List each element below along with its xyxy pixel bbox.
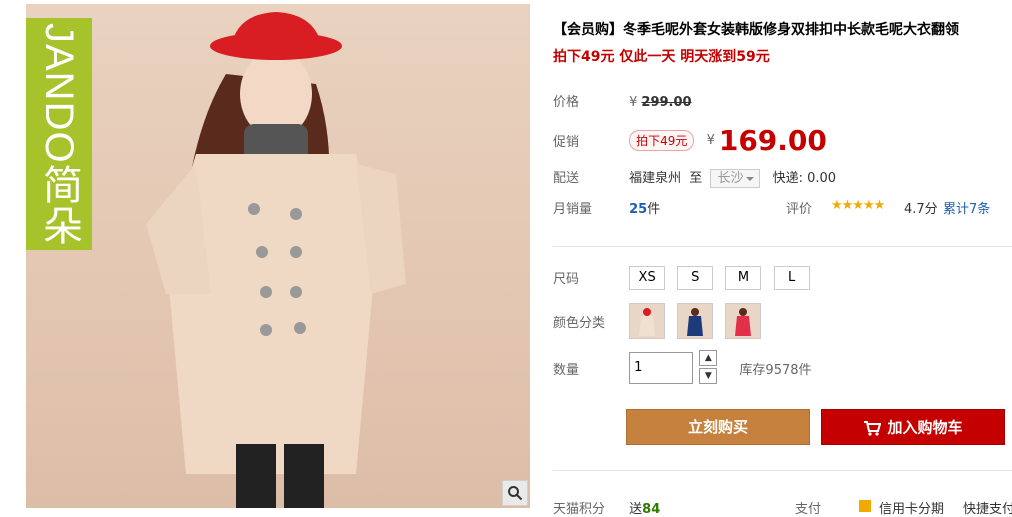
cart-icon — [864, 420, 882, 436]
sales-rating-row: 月销量 25件 评价 ★★★★★ 4.7分 累计7条 — [553, 198, 1012, 217]
quantity-label: 数量 — [553, 362, 580, 378]
payment-label: 支付 — [795, 502, 822, 517]
rating-stars: ★★★★★ — [831, 198, 885, 213]
rating-score: 4.7分 — [904, 202, 938, 217]
product-image[interactable]: JANDO简朵 — [26, 4, 530, 508]
color-label: 颜色分类 — [553, 315, 606, 331]
price-row: 价格 ¥299.00 — [553, 91, 692, 110]
increment-button[interactable]: ▲ — [699, 350, 718, 366]
sale-price: 169.00 — [718, 124, 827, 157]
city-select[interactable]: 长沙 — [710, 169, 761, 188]
original-price: 299.00 — [641, 95, 692, 110]
buy-now-button[interactable]: 立刻购买 — [626, 409, 810, 445]
credit-card-icon — [859, 500, 871, 512]
promo-tag: 拍下49元 — [629, 130, 695, 151]
points-prefix: 送 — [629, 502, 643, 517]
beige-coat-thumbnail — [630, 304, 665, 338]
points-label: 天猫积分 — [553, 502, 606, 517]
points-value: 84 — [642, 502, 661, 517]
shipping-row: 配送 福建泉州 至 长沙 快递: 0.00 — [553, 167, 836, 188]
sale-row: 促销 拍下49元 ¥169.00 — [553, 124, 827, 157]
express-fee: 快递: 0.00 — [772, 171, 837, 186]
decrement-button[interactable]: ▼ — [699, 368, 718, 384]
monthly-sales-label: 月销量 — [553, 202, 593, 217]
size-option-xs[interactable]: XS — [629, 266, 666, 290]
sale-currency: ¥ — [706, 133, 715, 148]
chevron-up-icon: ▲ — [704, 353, 712, 363]
size-option-s[interactable]: S — [677, 266, 714, 290]
stock-text: 库存9578件 — [739, 362, 812, 378]
zoom-button[interactable] — [502, 480, 528, 506]
sale-label: 促销 — [553, 135, 580, 150]
brand-text: JANDO简朵 — [37, 22, 81, 246]
red-coat-thumbnail — [726, 304, 761, 338]
magnifier-icon — [508, 486, 523, 501]
color-row: 颜色分类 — [553, 303, 769, 339]
bottom-divider — [553, 470, 1012, 471]
credit-installment-link[interactable]: 信用卡分期 — [879, 498, 944, 517]
color-option-beige[interactable] — [629, 303, 666, 339]
rating-total-link[interactable]: 累计7条 — [943, 198, 990, 217]
monthly-sales-unit: 件 — [647, 202, 661, 217]
shipping-label: 配送 — [553, 171, 580, 186]
size-label: 尺码 — [553, 272, 580, 287]
price-currency: ¥ — [629, 95, 638, 110]
navy-coat-thumbnail — [678, 304, 713, 338]
points-payment-row: 天猫积分 送84 支付 信用卡分期 快捷支付 — [553, 498, 1012, 517]
size-option-l[interactable]: L — [773, 266, 810, 290]
ship-from: 福建泉州 — [629, 171, 682, 186]
quantity-input[interactable]: 1 — [629, 352, 694, 384]
section-divider — [553, 246, 1012, 247]
quantity-row: 数量 1 ▲ ▼ 库存9578件 — [553, 350, 812, 386]
promo-text: 拍下49元 仅此一天 明天涨到59元 — [553, 49, 770, 65]
price-label: 价格 — [553, 95, 580, 110]
size-option-m[interactable]: M — [725, 266, 762, 290]
product-title: 【会员购】冬季毛呢外套女装韩版修身双排扣中长款毛呢大衣翻领 — [553, 22, 959, 38]
quantity-stepper: ▲ ▼ — [699, 350, 718, 386]
color-option-navy[interactable] — [677, 303, 714, 339]
add-to-cart-label: 加入购物车 — [887, 418, 963, 437]
size-row: 尺码 XS S M L — [553, 266, 818, 290]
brand-logo: JANDO简朵 — [26, 18, 92, 250]
ship-to-word: 至 — [689, 171, 703, 186]
product-photo — [146, 12, 406, 508]
chevron-down-icon: ▼ — [704, 371, 712, 381]
monthly-sales-count: 25 — [629, 202, 648, 217]
quick-pay-link[interactable]: 快捷支付 — [963, 498, 1012, 517]
add-to-cart-button[interactable]: 加入购物车 — [821, 409, 1005, 445]
rating-label: 评价 — [786, 202, 813, 217]
color-option-red[interactable] — [725, 303, 762, 339]
